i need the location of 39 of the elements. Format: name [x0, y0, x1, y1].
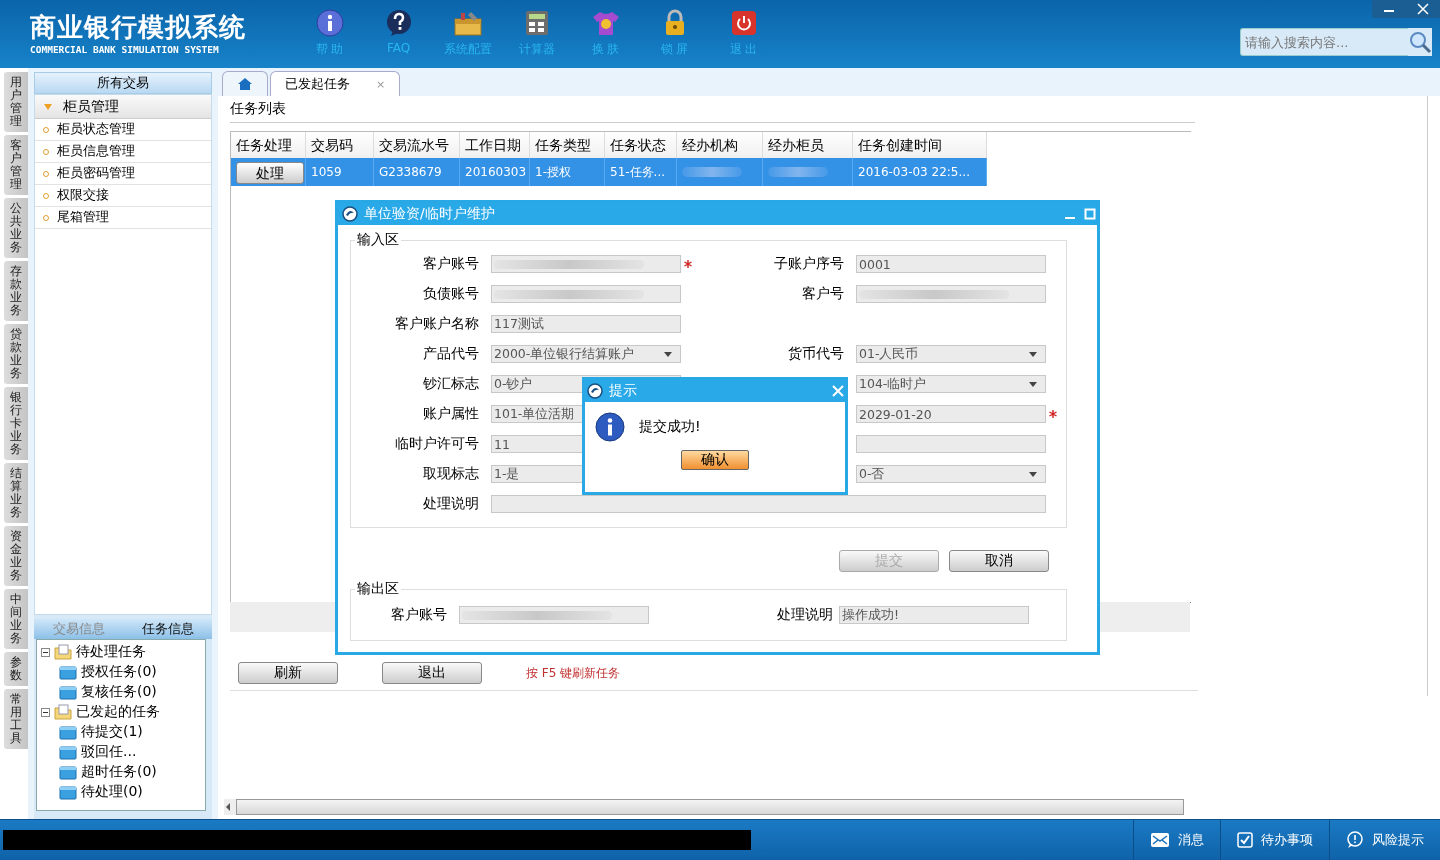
table-cell: 20160303 — [460, 158, 530, 186]
field-label: 货币代号 — [787, 345, 845, 363]
field-label: 客户号 — [801, 285, 845, 303]
column-header: 任务处理 — [231, 132, 306, 158]
table-cell: 1-授权 — [530, 158, 605, 186]
field-label: 取现标志 — [422, 465, 480, 483]
field-label: 处理说明 — [776, 606, 834, 624]
table-cell: 2016-03-03 22:5... — [853, 158, 987, 186]
table-cell: 1059 — [306, 158, 374, 186]
field-label: 客户账号 — [390, 606, 448, 624]
alert-message: 提交成功! — [639, 418, 701, 436]
column-header: 经办机构 — [677, 132, 763, 158]
field-label: 子账户序号 — [773, 255, 845, 273]
app-subtitle: COMMERCIAL BANK SIMULATION SYSTEM — [30, 44, 220, 55]
column-header: 任务创建时间 — [853, 132, 987, 158]
column-header: 工作日期 — [460, 132, 530, 158]
column-header: 交易流水号 — [374, 132, 460, 158]
field-label: 客户账号 — [422, 255, 480, 273]
hint-text: 按 F5 键刷新任务 — [526, 664, 621, 682]
column-header: 经办柜员 — [763, 132, 853, 158]
column-header: 任务状态 — [605, 132, 677, 158]
table-cell: G2338679 — [374, 158, 460, 186]
field-label: 临时户许可号 — [394, 435, 480, 453]
field-label: 钞汇标志 — [422, 375, 480, 393]
field-label: 产品代号 — [422, 345, 480, 363]
section-title: 输出区 — [356, 580, 400, 598]
app-title: 商业银行模拟系统 — [30, 12, 247, 42]
section-title: 输入区 — [356, 231, 400, 249]
column-header: 交易码 — [306, 132, 374, 158]
table-cell: 51-任务... — [605, 158, 677, 186]
dialog-title: 单位验资/临时户维护 — [364, 205, 495, 223]
dialog-title: 提示 — [609, 382, 637, 400]
column-header: 任务类型 — [530, 132, 605, 158]
field-label: 客户账户名称 — [394, 315, 480, 333]
field-label: 处理说明 — [422, 495, 480, 513]
panel-header: 所有交易 — [34, 72, 212, 94]
field-label: 账户属性 — [422, 405, 480, 423]
field-label: 负债账号 — [422, 285, 480, 303]
section-title: 任务列表 — [230, 96, 1195, 123]
